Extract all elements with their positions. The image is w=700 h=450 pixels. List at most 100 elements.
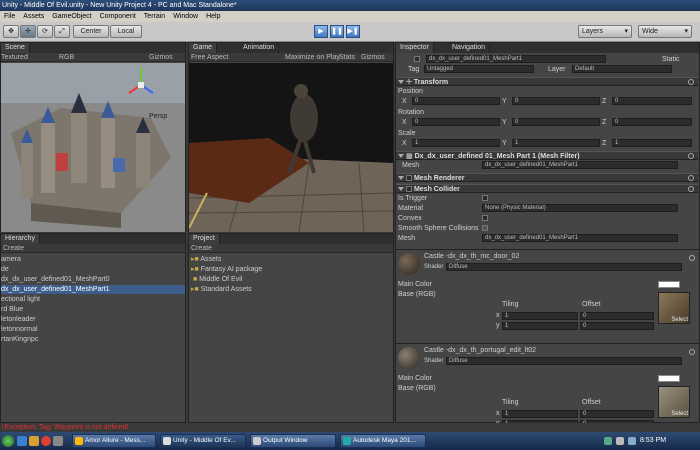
gear-icon[interactable] xyxy=(688,153,694,159)
is-trigger-checkbox[interactable] xyxy=(482,195,488,201)
menu-window[interactable]: Window xyxy=(169,11,202,22)
list-item[interactable]: amera xyxy=(1,255,185,264)
color-swatch[interactable] xyxy=(658,281,680,288)
shading-dropdown[interactable]: Textured xyxy=(1,53,28,62)
gear-icon[interactable] xyxy=(688,186,694,192)
tab-navigation[interactable]: Navigation xyxy=(448,43,491,53)
list-item[interactable]: dx_dx_user_defined01_MeshPart0 xyxy=(1,275,185,284)
tray-icon[interactable] xyxy=(604,437,612,445)
position-y[interactable]: 0 xyxy=(512,97,600,105)
position-z[interactable]: 0 xyxy=(612,97,692,105)
step-button[interactable]: ▶❚ xyxy=(346,25,360,38)
mesh-renderer-header[interactable]: Mesh Renderer xyxy=(396,173,698,182)
folder-icon[interactable] xyxy=(29,436,39,446)
tab-inspector[interactable]: Inspector xyxy=(396,43,434,53)
mesh-filter-header[interactable]: ▦ Dx_dx_user_defined 01_Mesh Part 1 (Mes… xyxy=(396,151,698,160)
game-gizmos-button[interactable]: Gizmos xyxy=(361,53,385,62)
tab-game[interactable]: Game xyxy=(189,43,218,53)
mesh-collider-header[interactable]: Mesh Collider xyxy=(396,184,698,193)
maximize-toggle[interactable]: Maximize on Play xyxy=(285,53,340,62)
list-item-selected[interactable]: dx_dx_user_defined01_MeshPart1 xyxy=(1,285,185,294)
layers-dropdown[interactable]: Layers ▾ xyxy=(578,25,632,38)
list-item[interactable]: letonleader xyxy=(1,315,185,324)
menu-file[interactable]: File xyxy=(0,11,19,22)
object-name-field[interactable]: dx_dx_user_defined01_MeshPart1 xyxy=(426,55,606,63)
ie-icon[interactable] xyxy=(17,436,27,446)
scene-viewport[interactable] xyxy=(1,63,185,232)
texture-thumbnail[interactable]: Select xyxy=(658,292,690,324)
shader-dropdown[interactable]: Diffuse xyxy=(446,263,682,271)
list-item[interactable]: ▸■ Fantasy AI package xyxy=(191,265,262,274)
tab-hierarchy[interactable]: Hierarchy xyxy=(1,234,40,244)
list-item[interactable]: ▸■ Standard Assets xyxy=(191,285,252,294)
offset-y[interactable]: 0 xyxy=(580,322,654,330)
tab-scene[interactable]: Scene xyxy=(1,43,30,53)
collider-checkbox[interactable] xyxy=(406,186,412,193)
chrome-icon[interactable] xyxy=(41,436,51,446)
project-create-button[interactable]: Create xyxy=(191,244,212,253)
task-maya[interactable]: Autodesk Maya 201... xyxy=(340,434,426,448)
menu-terrain[interactable]: Terrain xyxy=(140,11,169,22)
aspect-dropdown[interactable]: Free Aspect xyxy=(191,53,228,62)
stats-toggle[interactable]: Stats xyxy=(339,53,355,62)
rotation-z[interactable]: 0 xyxy=(612,118,692,126)
status-bar[interactable]: rException: Tag: Waypoint is not defined… xyxy=(0,423,700,432)
scale-z[interactable]: 1 xyxy=(612,139,692,147)
start-button[interactable] xyxy=(2,435,14,447)
active-checkbox[interactable] xyxy=(414,56,420,63)
list-item[interactable]: ■ Middle Of Evil xyxy=(191,275,242,284)
mesh-field[interactable]: dx_dx_user_defined01_MeshPart1 xyxy=(482,161,678,169)
menu-component[interactable]: Component xyxy=(96,11,140,22)
hand-tool-button[interactable]: ✥ xyxy=(3,25,19,38)
network-icon[interactable] xyxy=(628,437,636,445)
tiling-y[interactable]: 1 xyxy=(502,322,578,330)
texture-thumbnail[interactable]: Select xyxy=(658,386,690,418)
scale-tool-button[interactable]: ⤢ xyxy=(54,25,70,38)
pause-button[interactable]: ❚❚ xyxy=(330,25,344,38)
gear-icon[interactable] xyxy=(689,255,695,261)
rgb-dropdown[interactable]: RGB xyxy=(59,53,74,62)
rotation-y[interactable]: 0 xyxy=(512,118,600,126)
list-item[interactable]: letonnormal xyxy=(1,325,185,334)
offset-x[interactable]: 0 xyxy=(580,312,654,320)
tiling-x[interactable]: 1 xyxy=(502,410,578,418)
list-item[interactable]: ectional light xyxy=(1,295,185,304)
scene-gizmos-button[interactable]: Gizmos xyxy=(149,53,173,62)
collider-mesh-field[interactable]: dx_dx_user_defined01_MeshPart1 xyxy=(482,234,678,242)
pivot-toggle[interactable]: Center xyxy=(73,25,109,38)
play-button[interactable]: ▶ xyxy=(314,25,328,38)
transform-header[interactable]: ✛ Transform xyxy=(396,77,698,86)
renderer-checkbox[interactable] xyxy=(406,175,412,182)
space-toggle[interactable]: Local xyxy=(110,25,142,38)
menu-gameobject[interactable]: GameObject xyxy=(48,11,95,22)
list-item[interactable]: rd Blue xyxy=(1,305,185,314)
menu-help[interactable]: Help xyxy=(202,11,224,22)
list-item[interactable]: de xyxy=(1,265,185,274)
color-swatch[interactable] xyxy=(658,375,680,382)
clock[interactable]: 8:53 PM xyxy=(640,437,666,444)
gear-icon[interactable] xyxy=(689,349,695,355)
media-icon[interactable] xyxy=(53,436,63,446)
position-x[interactable]: 0 xyxy=(412,97,500,105)
list-item[interactable]: rtanKingnpc xyxy=(1,335,185,344)
convex-checkbox[interactable] xyxy=(482,215,488,221)
tag-dropdown[interactable]: Untagged xyxy=(424,65,534,73)
task-amor-allure[interactable]: Amor Allure - Mess... xyxy=(72,434,156,448)
list-item[interactable]: ▸■ Assets xyxy=(191,255,221,264)
gear-icon[interactable] xyxy=(688,79,694,85)
menu-assets[interactable]: Assets xyxy=(19,11,48,22)
scale-x[interactable]: 1 xyxy=(412,139,500,147)
smooth-checkbox[interactable] xyxy=(482,225,488,231)
offset-x[interactable]: 0 xyxy=(580,410,654,418)
tab-animation[interactable]: Animation xyxy=(239,43,280,53)
select-button[interactable]: Select xyxy=(671,317,688,323)
tab-project[interactable]: Project xyxy=(189,234,220,244)
task-output-window[interactable]: Output Window xyxy=(250,434,336,448)
rotate-tool-button[interactable]: ⟳ xyxy=(37,25,53,38)
volume-icon[interactable] xyxy=(616,437,624,445)
shader-dropdown[interactable]: Diffuse xyxy=(446,357,682,365)
tiling-x[interactable]: 1 xyxy=(502,312,578,320)
layout-dropdown[interactable]: Wide ▾ xyxy=(638,25,692,38)
task-unity[interactable]: Unity - Middle Of Ev... xyxy=(160,434,246,448)
scale-y[interactable]: 1 xyxy=(512,139,600,147)
